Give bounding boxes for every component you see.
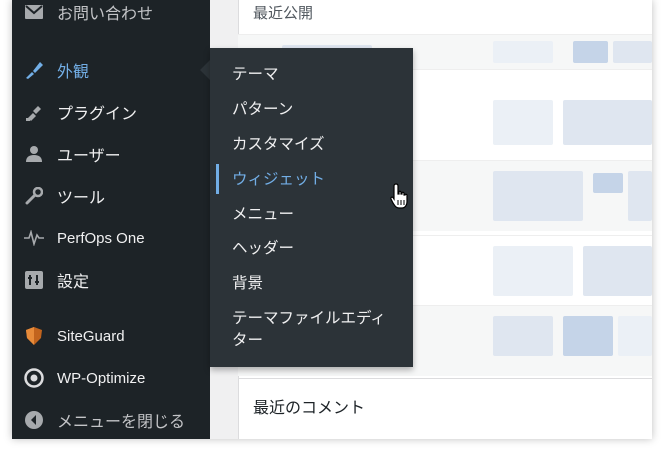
admin-window: 最近公開 最近のコメント お問い合わせ 外観 プラグイン ユーザー ツール Pe… [12,0,652,439]
submenu-item-widgets[interactable]: ウィジェット [210,164,413,194]
sidebar-item-appearance[interactable]: 外観 [12,50,210,90]
appearance-submenu: テーマ パターン カスタマイズ ウィジェット メニュー ヘッダー 背景 テーマフ… [210,48,413,367]
wp-optimize-icon [23,368,45,388]
submenu-item-themes[interactable]: テーマ [210,63,413,85]
hand-cursor-icon [390,183,410,213]
submenu-item-customize[interactable]: カスタマイズ [210,133,413,155]
submenu-item-menus[interactable]: メニュー [210,203,413,225]
recent-published-heading: 最近公開 [253,4,314,22]
appearance-icon [23,60,45,80]
mail-icon [23,2,45,22]
flyout-pointer [200,60,210,80]
admin-sidebar: お問い合わせ 外観 プラグイン ユーザー ツール PerfOps One 設定 … [12,0,210,439]
sidebar-item-wp-optimize[interactable]: WP-Optimize [12,358,210,398]
sidebar-item-contact[interactable]: お問い合わせ [12,0,210,32]
sidebar-item-perfops[interactable]: PerfOps One [12,218,210,258]
sidebar-item-users[interactable]: ユーザー [12,134,210,174]
pulse-icon [23,228,45,248]
sidebar-item-settings[interactable]: 設定 [12,260,210,300]
submenu-item-background[interactable]: 背景 [210,272,413,294]
sidebar-item-plugins[interactable]: プラグイン [12,92,210,132]
current-indicator [216,164,219,194]
sidebar-item-siteguard[interactable]: SiteGuard [12,316,210,356]
siteguard-icon [23,326,45,346]
plugins-icon [23,102,45,122]
collapse-menu-button[interactable]: メニューを閉じる [12,400,210,439]
submenu-item-patterns[interactable]: パターン [210,98,413,120]
tools-icon [23,186,45,206]
collapse-menu-icon [23,410,45,430]
submenu-item-header[interactable]: ヘッダー [210,237,413,259]
submenu-item-theme-file-editor[interactable]: テーマファイルエディター [210,307,413,351]
sidebar-item-tools[interactable]: ツール [12,176,210,216]
recent-comments-heading: 最近のコメント [253,398,366,417]
settings-icon [23,270,45,290]
users-icon [23,144,45,164]
